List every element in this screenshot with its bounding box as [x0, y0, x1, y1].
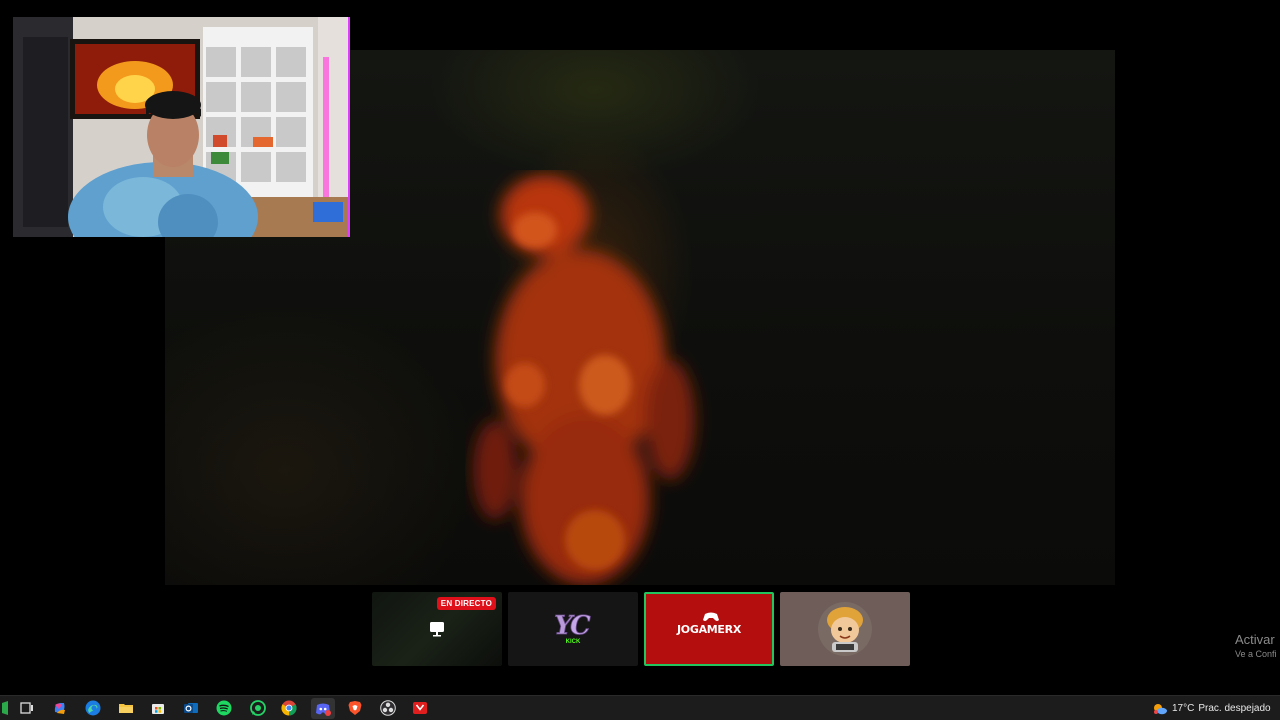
task-view-icon[interactable] [18, 699, 36, 717]
weather-icon [1154, 703, 1167, 714]
jogamerx-label: JOGAMERX [677, 623, 741, 636]
weather-temp: 17°C [1172, 703, 1195, 714]
live-badge: EN DIRECTO [436, 597, 496, 610]
brave-icon[interactable] [346, 699, 364, 717]
outlook-icon[interactable] [182, 699, 200, 717]
stream-card-avatar[interactable] [780, 592, 910, 666]
screen: EN DIRECTO Y C KICK JOGAMERX Activar Ve … [0, 0, 1280, 720]
copilot-icon[interactable] [51, 699, 69, 717]
stream-card-yc-kick[interactable]: Y C KICK [508, 592, 638, 666]
monitor-icon [430, 622, 444, 637]
svg-text:C: C [570, 611, 591, 640]
store-icon[interactable] [149, 699, 167, 717]
chrome-icon[interactable] [280, 699, 298, 717]
whatsapp-icon[interactable] [249, 699, 267, 717]
taskbar: 17°C Prac. despejado [0, 695, 1280, 720]
stream-selector-strip: EN DIRECTO Y C KICK JOGAMERX [372, 592, 912, 668]
windows-activation-watermark: Activar Ve a Confi [1235, 632, 1277, 659]
cartoon-avatar-icon [818, 602, 872, 656]
activation-subtitle: Ve a Confi [1235, 649, 1277, 659]
weather-widget[interactable]: 17°C Prac. despejado [1152, 700, 1271, 717]
file-explorer-icon[interactable] [117, 699, 135, 717]
start-icon[interactable] [0, 699, 18, 717]
video-app-icon[interactable] [411, 699, 429, 717]
activation-title: Activar [1235, 632, 1275, 647]
stream-card-live[interactable]: EN DIRECTO [372, 592, 502, 666]
edge-icon[interactable] [84, 699, 102, 717]
discord-icon [316, 703, 331, 716]
red-creature-figure [473, 175, 695, 585]
discord-taskbar-button[interactable] [311, 698, 335, 719]
kick-label: KICK [565, 639, 581, 645]
webcam-feed [13, 17, 348, 237]
spotify-icon[interactable] [215, 699, 233, 717]
stream-card-jogamerx[interactable]: JOGAMERX [644, 592, 774, 666]
yc-logo-icon: Y C [554, 611, 592, 640]
obs-icon[interactable] [379, 699, 397, 717]
weather-desc: Prac. despejado [1198, 703, 1271, 714]
controller-icon [703, 612, 719, 621]
webcam-overlay [13, 17, 350, 237]
